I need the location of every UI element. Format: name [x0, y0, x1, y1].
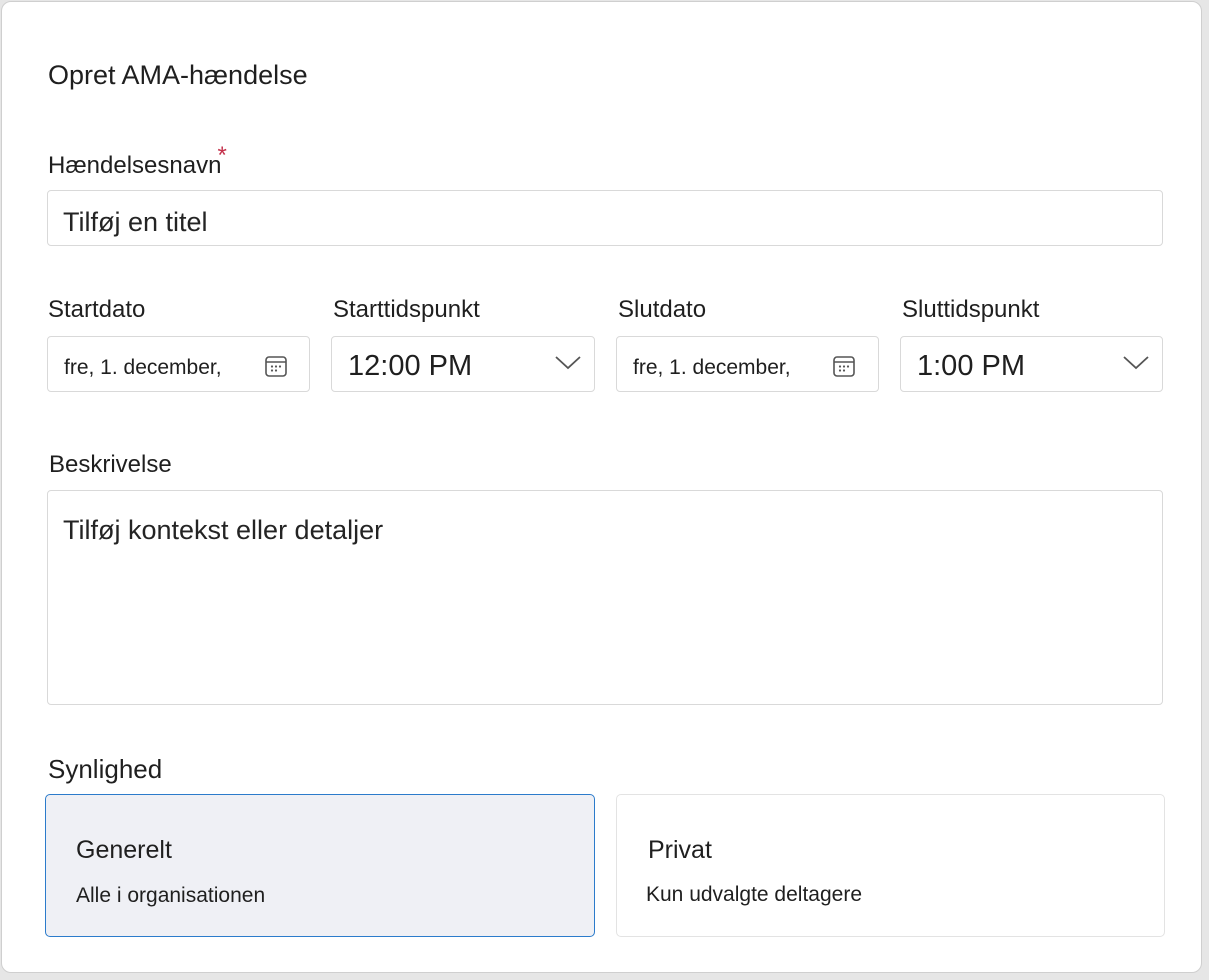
end-date-picker[interactable]: fre, 1. december,	[616, 336, 879, 392]
description-placeholder: Tilføj kontekst eller detaljer	[63, 515, 384, 545]
visibility-label: Synlighed	[48, 754, 163, 784]
start-time-dropdown[interactable]: 12:00 PM	[331, 336, 595, 392]
required-marker: *	[217, 142, 227, 169]
visibility-option-subtitle: Alle i organisationen	[76, 884, 266, 907]
create-ama-event-dialog: Opret AMA-hændelse Hændelsesnavn* Tilføj…	[1, 1, 1202, 973]
calendar-icon[interactable]	[832, 354, 856, 378]
end-date-label: Slutdato	[618, 296, 707, 323]
chevron-down-icon[interactable]	[1122, 353, 1150, 371]
chevron-down-icon[interactable]	[554, 353, 582, 371]
visibility-option-private[interactable]: Privat Kun udvalgte deltagere	[616, 794, 1165, 937]
event-name-label-text: Hændelsesnavn	[48, 152, 222, 179]
start-date-label: Startdato	[48, 296, 146, 323]
calendar-icon[interactable]	[264, 354, 288, 378]
end-time-dropdown[interactable]: 1:00 PM	[900, 336, 1163, 392]
event-name-input[interactable]: Tilføj en titel	[47, 190, 1163, 246]
start-time-value: 12:00 PM	[348, 350, 473, 382]
visibility-option-title: Generelt	[76, 836, 172, 864]
start-time-label: Starttidspunkt	[333, 296, 480, 323]
event-name-label: Hændelsesnavn*	[48, 142, 227, 180]
visibility-option-general[interactable]: Generelt Alle i organisationen	[45, 794, 595, 937]
end-time-value: 1:00 PM	[917, 350, 1025, 382]
description-textarea[interactable]: Tilføj kontekst eller detaljer	[47, 490, 1163, 705]
visibility-option-subtitle: Kun udvalgte deltagere	[646, 883, 862, 906]
visibility-option-title: Privat	[648, 836, 712, 864]
start-date-picker[interactable]: fre, 1. december,	[47, 336, 310, 392]
description-label: Beskrivelse	[49, 451, 172, 478]
end-time-label: Sluttidspunkt	[902, 296, 1040, 323]
event-name-placeholder: Tilføj en titel	[63, 207, 208, 237]
end-date-value: fre, 1. december,	[633, 356, 791, 379]
dialog-title: Opret AMA-hændelse	[48, 60, 308, 90]
start-date-value: fre, 1. december,	[64, 356, 222, 379]
